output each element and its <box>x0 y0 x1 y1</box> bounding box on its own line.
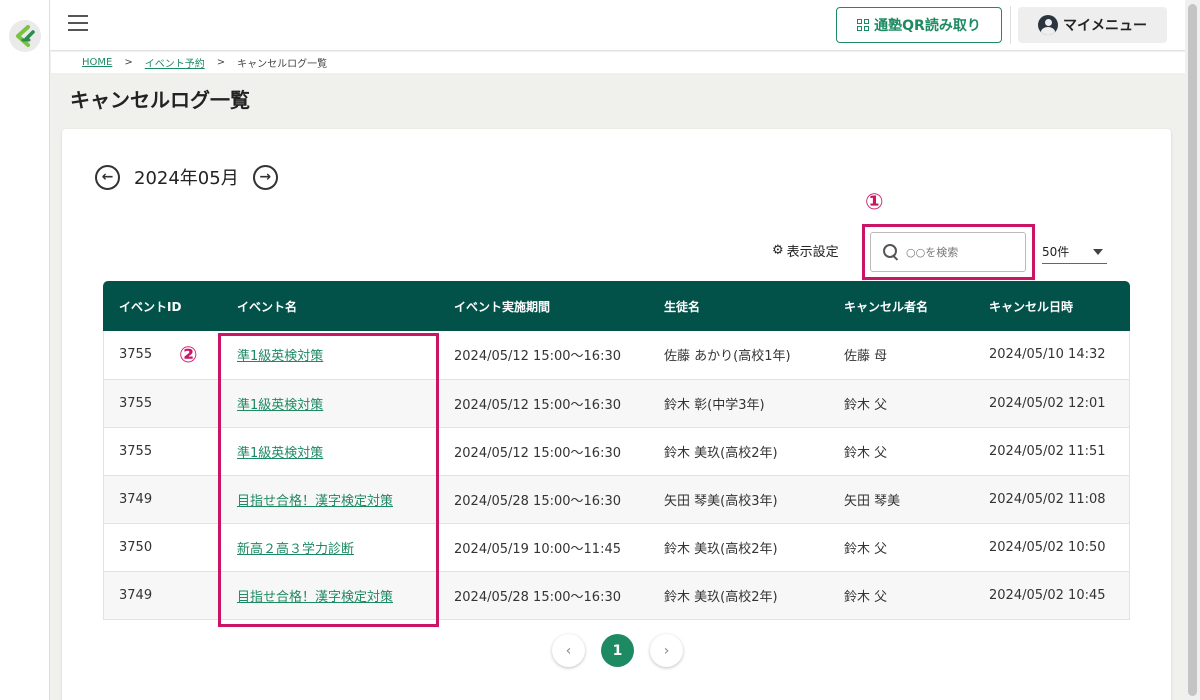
cell-cancel-datetime: 2024/05/02 11:08 <box>989 491 1106 507</box>
page-title: キャンセルログ一覧 <box>70 88 250 112</box>
header-divider <box>1010 6 1011 44</box>
cell-student-name: 矢田 琴美(高校3年) <box>664 493 778 509</box>
top-bar: 通塾QR読み取り マイメニュー <box>50 0 1185 51</box>
cell-student-name: 鈴木 美玖(高校2年) <box>664 445 778 461</box>
cell-event-period: 2024/05/28 15:00～16:30 <box>454 493 621 509</box>
breadcrumb-home-link[interactable]: HOME <box>82 57 112 68</box>
cell-event-id: 3749 <box>119 491 153 507</box>
cell-student-name: 鈴木 美玖(高校2年) <box>664 541 778 557</box>
cell-event-id: 3755 <box>119 443 153 459</box>
my-menu-button[interactable]: マイメニュー <box>1018 7 1167 43</box>
cell-event-period: 2024/05/19 10:00～11:45 <box>454 541 621 557</box>
cell-event-period: 2024/05/12 15:00～16:30 <box>454 445 621 461</box>
items-per-page-select[interactable]: 50件 <box>1042 240 1107 264</box>
cell-event-id: 3755 <box>119 395 153 411</box>
logo-icon <box>16 25 35 47</box>
app-logo[interactable] <box>9 20 41 52</box>
cell-canceller-name: 鈴木 父 <box>844 445 888 461</box>
breadcrumb-event-reservation-link[interactable]: イベント予約 <box>145 55 205 70</box>
cell-canceller-name: 鈴木 父 <box>844 397 888 413</box>
scrollbar-thumb[interactable] <box>1188 4 1197 696</box>
cell-event-id: 3755 <box>119 347 153 363</box>
column-header-event-name: イベント名 <box>237 299 298 314</box>
cell-cancel-datetime: 2024/05/02 11:51 <box>989 443 1106 459</box>
search-icon <box>883 244 899 260</box>
search-box <box>870 232 1026 272</box>
cell-event-id: 3749 <box>119 587 153 603</box>
account-circle-icon <box>1038 15 1058 35</box>
display-settings-label: 表示設定 <box>786 245 839 260</box>
column-header-event-id: イベントID <box>119 299 182 314</box>
items-per-page-value: 50件 <box>1042 245 1070 259</box>
cell-cancel-datetime: 2024/05/02 10:50 <box>989 539 1106 555</box>
left-rail <box>0 0 50 700</box>
my-menu-button-label: マイメニュー <box>1063 18 1147 34</box>
qr-code-icon <box>857 19 870 31</box>
column-header-event-period: イベント実施期間 <box>454 299 551 314</box>
breadcrumb-current: キャンセルログ一覧 <box>237 59 328 70</box>
cell-canceller-name: 佐藤 母 <box>844 349 888 365</box>
qr-scan-button[interactable]: 通塾QR読み取り <box>836 7 1002 43</box>
column-header-student-name: 生徒名 <box>664 299 701 314</box>
column-header-canceller-name: キャンセル者名 <box>844 299 929 314</box>
cell-event-period: 2024/05/28 15:00～16:30 <box>454 589 621 605</box>
display-settings-button[interactable]: ⚙ 表示設定 <box>772 241 839 260</box>
cell-canceller-name: 矢田 琴美 <box>844 493 901 509</box>
cell-event-period: 2024/05/12 15:00～16:30 <box>454 397 621 413</box>
cell-event-id: 3750 <box>119 539 153 555</box>
current-month-label: 2024年05月 <box>134 168 239 189</box>
column-header-cancel-datetime: キャンセル日時 <box>989 299 1074 314</box>
annotation-marker-1: ① <box>865 190 884 215</box>
cell-event-period: 2024/05/12 15:00～16:30 <box>454 349 621 365</box>
cell-student-name: 佐藤 あかり(高校1年) <box>664 349 791 365</box>
breadcrumb-separator: > <box>124 57 133 68</box>
next-month-arrow-icon[interactable]: → <box>252 164 278 190</box>
annotation-marker-2: ② <box>179 343 198 368</box>
cell-canceller-name: 鈴木 父 <box>844 541 888 557</box>
month-navigation: ← 2024年05月 → <box>95 164 278 190</box>
gear-icon: ⚙ <box>772 243 784 258</box>
search-input[interactable] <box>906 245 1016 259</box>
pagination: ‹ 1 › <box>552 634 683 667</box>
prev-month-arrow-icon[interactable]: ← <box>95 164 120 190</box>
cell-student-name: 鈴木 彰(中学3年) <box>664 397 765 413</box>
prev-page-chevron-icon[interactable]: ‹ <box>552 634 585 667</box>
cell-cancel-datetime: 2024/05/02 10:45 <box>989 587 1106 603</box>
annotation-highlight-event-names <box>218 333 439 627</box>
qr-scan-button-label: 通塾QR読み取り <box>874 18 981 34</box>
breadcrumb-separator: > <box>216 57 226 68</box>
vertical-scrollbar[interactable] <box>1185 0 1200 700</box>
breadcrumb: HOME > イベント予約 > キャンセルログ一覧 <box>51 52 1185 73</box>
cell-canceller-name: 鈴木 父 <box>844 589 888 605</box>
cell-student-name: 鈴木 美玖(高校2年) <box>664 589 778 605</box>
table-header-row: イベントID イベント名 イベント実施期間 生徒名 キャンセル者名 キャンセル日… <box>103 281 1130 331</box>
cell-cancel-datetime: 2024/05/10 14:32 <box>989 347 1106 363</box>
cell-cancel-datetime: 2024/05/02 12:01 <box>989 395 1106 411</box>
dropdown-arrow-icon <box>1093 248 1103 255</box>
next-page-chevron-icon[interactable]: › <box>650 634 683 667</box>
hamburger-menu-icon[interactable] <box>68 15 88 33</box>
page-number-button[interactable]: 1 <box>601 634 634 667</box>
